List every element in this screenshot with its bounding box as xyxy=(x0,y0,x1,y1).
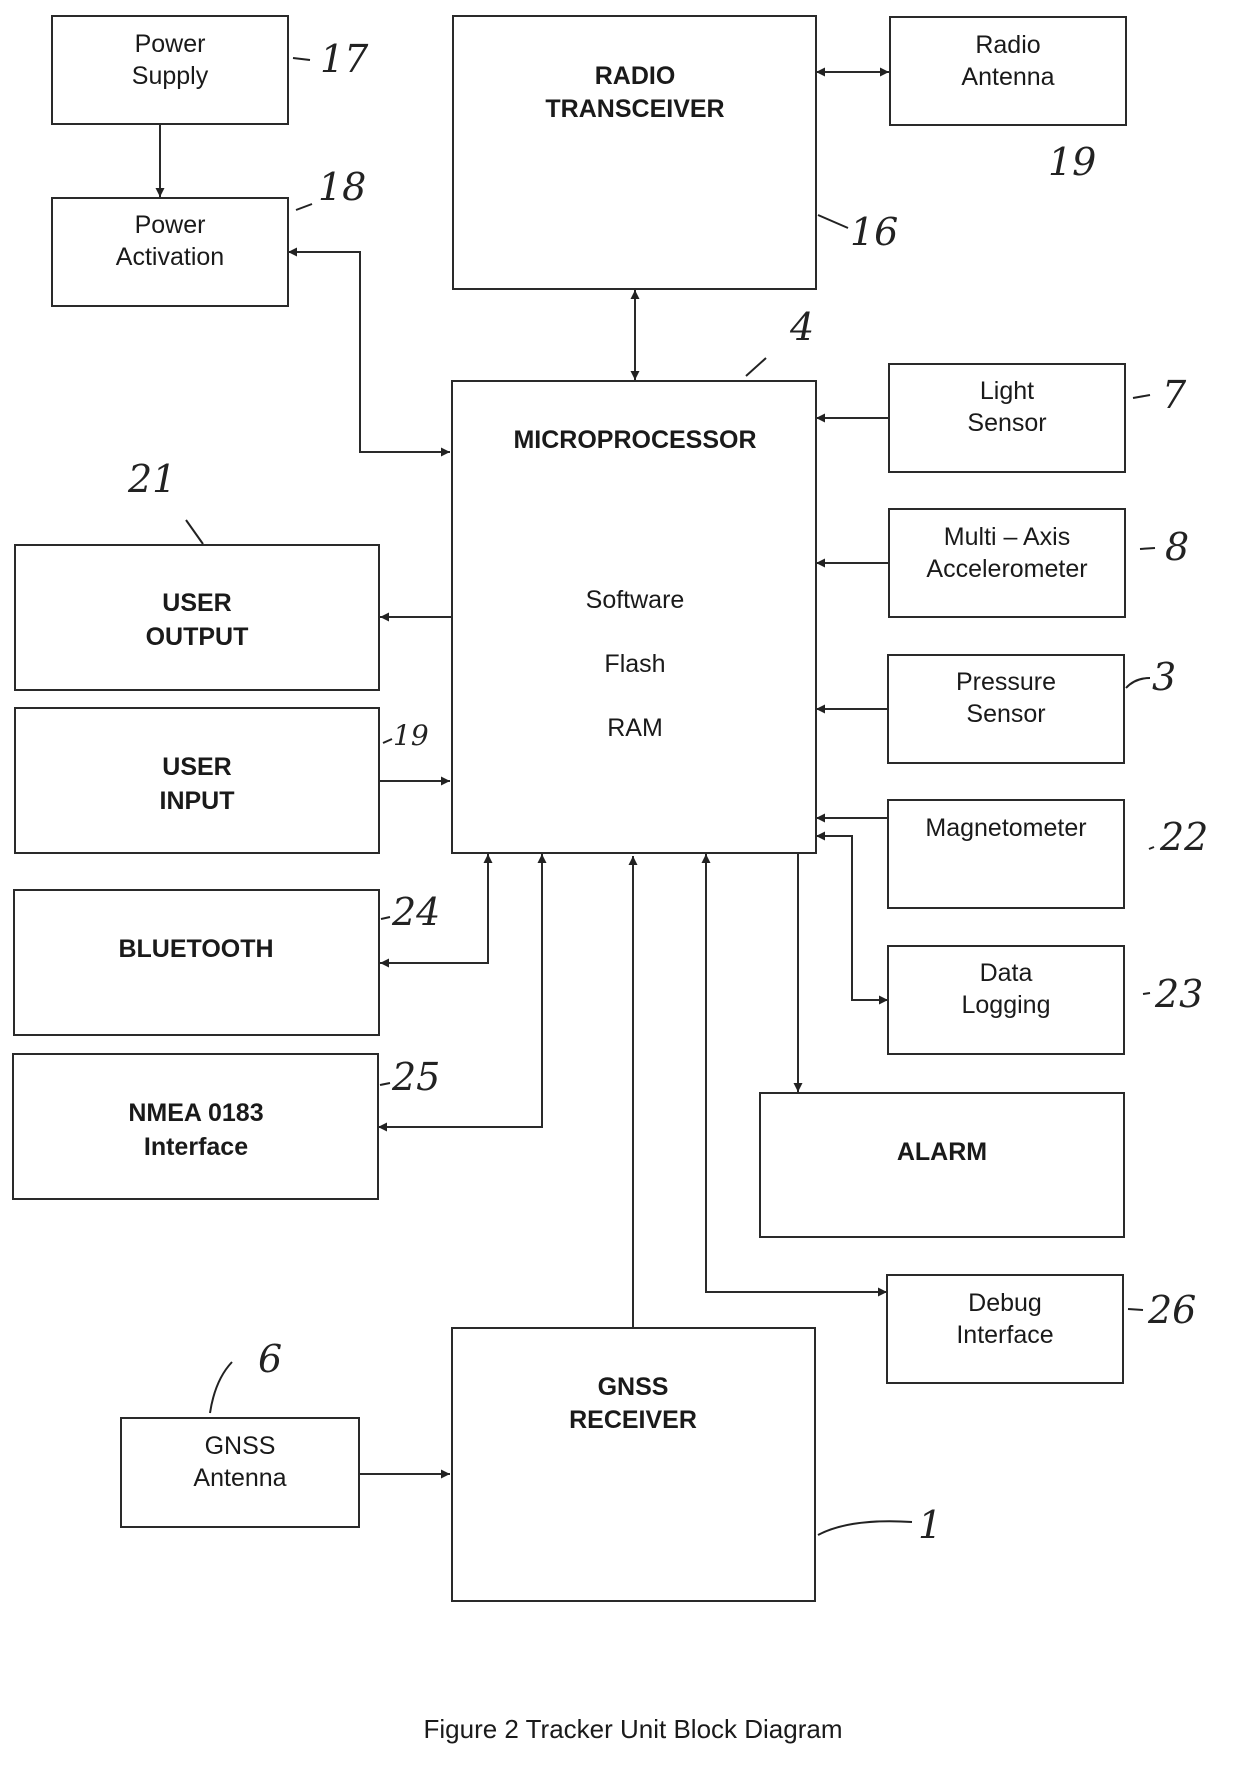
radio-antenna-block: Radio Antenna xyxy=(889,16,1127,126)
ref-microprocessor: 4 xyxy=(789,305,814,349)
bluetooth-block: BLUETOOTH xyxy=(13,889,380,1036)
gnss-receiver-block: GNSS RECEIVER xyxy=(451,1327,816,1602)
radio-antenna-label-1: Radio xyxy=(975,31,1040,59)
radio-antenna-label-2: Antenna xyxy=(961,63,1054,91)
power-activation-label-2: Activation xyxy=(116,243,224,271)
wire-activation-microprocessor xyxy=(288,247,450,457)
nmea-interface-block: NMEA 0183 Interface xyxy=(12,1053,379,1200)
debug-interface-label-1: Debug xyxy=(968,1289,1042,1317)
data-logging-block: Data Logging xyxy=(887,945,1125,1055)
ref-gnss-receiver: 1 xyxy=(918,1503,942,1547)
gnss-antenna-block: GNSS Antenna xyxy=(120,1417,360,1528)
light-sensor-label-2: Sensor xyxy=(967,409,1046,437)
user-input-label-2: INPUT xyxy=(160,787,235,815)
debug-interface-block: Debug Interface xyxy=(886,1274,1124,1384)
user-input-block: USER INPUT xyxy=(14,707,380,854)
ref-accelerometer: 8 xyxy=(1165,525,1189,569)
gnss-receiver-label-2: RECEIVER xyxy=(569,1406,697,1434)
pressure-sensor-label-1: Pressure xyxy=(956,668,1056,696)
microprocessor-item-flash: Flash xyxy=(604,650,665,678)
ref-light-sensor: 7 xyxy=(1162,373,1187,417)
ref-radio-transceiver: 16 xyxy=(850,210,898,254)
ref-user-input: 19 xyxy=(393,719,429,752)
ref-user-output: 21 xyxy=(127,457,176,501)
ref-data-logging: 23 xyxy=(1154,972,1203,1016)
power-activation-block: Power Activation xyxy=(51,197,289,307)
ref-magnetometer: 22 xyxy=(1159,815,1208,859)
accelerometer-block: Multi – Axis Accelerometer xyxy=(888,508,1126,618)
gnss-antenna-label-2: Antenna xyxy=(193,1464,286,1492)
power-supply-label-1: Power xyxy=(135,30,206,58)
figure-caption: Figure 2 Tracker Unit Block Diagram xyxy=(423,1714,842,1744)
ref-power-activation: 18 xyxy=(318,165,366,209)
accelerometer-label-1: Multi – Axis xyxy=(944,523,1070,551)
light-sensor-label-1: Light xyxy=(980,377,1034,405)
microprocessor-title: MICROPROCESSOR xyxy=(513,426,756,454)
ref-power-supply: 17 xyxy=(320,37,369,81)
tracker-block-diagram: Power Supply Power Activation RADIO TRAN… xyxy=(12,15,1208,1744)
data-logging-label-2: Logging xyxy=(962,991,1051,1019)
light-sensor-block: Light Sensor xyxy=(888,363,1126,473)
radio-transceiver-block: RADIO TRANSCEIVER xyxy=(452,15,817,290)
alarm-block: ALARM xyxy=(759,1092,1125,1238)
alarm-label: ALARM xyxy=(897,1138,987,1166)
ref-radio-antenna: 19 xyxy=(1048,140,1096,184)
microprocessor-block: MICROPROCESSOR Software Flash RAM xyxy=(451,380,817,854)
power-activation-label-1: Power xyxy=(135,211,206,239)
nmea-label-1: NMEA 0183 xyxy=(128,1099,263,1127)
accelerometer-label-2: Accelerometer xyxy=(926,555,1087,583)
ref-nmea: 25 xyxy=(391,1055,440,1099)
radio-transceiver-label-1: RADIO xyxy=(595,62,676,90)
power-supply-block: Power Supply xyxy=(51,15,289,125)
gnss-antenna-label-1: GNSS xyxy=(205,1432,276,1460)
ref-debug-interface: 26 xyxy=(1147,1288,1196,1332)
data-logging-label-1: Data xyxy=(980,959,1033,987)
bluetooth-label: BLUETOOTH xyxy=(118,935,273,963)
nmea-label-2: Interface xyxy=(144,1133,248,1161)
user-output-label-2: OUTPUT xyxy=(146,623,249,651)
ref-gnss-antenna: 6 xyxy=(258,1337,282,1381)
user-output-block: USER OUTPUT xyxy=(14,544,380,691)
wire-data-logging xyxy=(816,831,888,1005)
microprocessor-item-ram: RAM xyxy=(607,714,663,742)
magnetometer-block: Magnetometer xyxy=(887,799,1125,909)
pressure-sensor-block: Pressure Sensor xyxy=(887,654,1125,764)
ref-pressure-sensor: 3 xyxy=(1152,655,1176,699)
debug-interface-label-2: Interface xyxy=(956,1321,1053,1349)
microprocessor-item-software: Software xyxy=(586,586,685,614)
user-output-label-1: USER xyxy=(162,589,231,617)
user-input-label-1: USER xyxy=(162,753,231,781)
gnss-receiver-label-1: GNSS xyxy=(598,1373,669,1401)
power-supply-label-2: Supply xyxy=(132,62,209,90)
ref-bluetooth: 24 xyxy=(391,890,440,934)
radio-transceiver-label-2: TRANSCEIVER xyxy=(545,95,724,123)
pressure-sensor-label-2: Sensor xyxy=(966,700,1045,728)
magnetometer-label: Magnetometer xyxy=(925,814,1086,842)
